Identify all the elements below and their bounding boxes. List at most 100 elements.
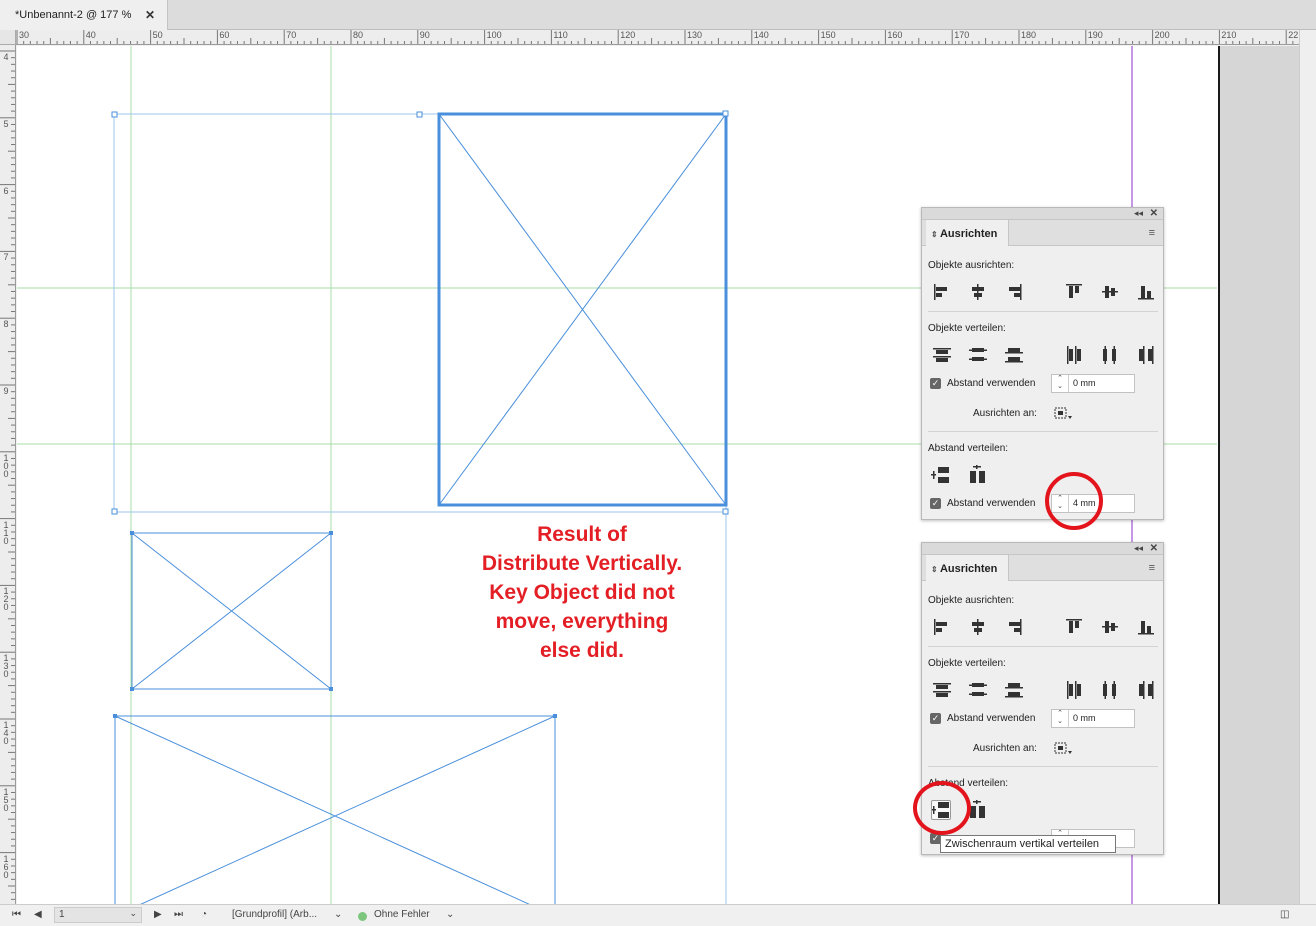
align-panel-top: ◂◂ ✕ ⇕ Ausrichten ≡ Objekte ausrichten: … <box>921 207 1164 520</box>
panel-header[interactable]: ◂◂ ✕ <box>922 543 1163 555</box>
preflight-status[interactable]: Ohne Fehler <box>374 909 430 920</box>
ruler-label: 190 <box>1087 30 1103 40</box>
tab-ausrichten[interactable]: ⇕ Ausrichten <box>926 220 1009 246</box>
distribute-vertical-centers-icon[interactable] <box>968 680 988 700</box>
next-page-icon[interactable]: ▶ <box>154 909 162 920</box>
distribute-bottom-edges-icon[interactable] <box>1004 680 1024 700</box>
page-mode-icon[interactable]: ◔ <box>201 909 207 920</box>
distribute-horizontal-centers-icon[interactable] <box>1100 345 1120 365</box>
ruler-origin[interactable] <box>0 30 16 45</box>
use-spacing-checkbox[interactable]: ✓ <box>930 498 941 509</box>
ruler-label: 90 <box>419 30 430 40</box>
align-vertical-centers-icon[interactable] <box>1100 617 1120 637</box>
panel-divider <box>928 431 1158 432</box>
ruler-label: 160 <box>887 30 903 40</box>
ruler-label: 9 <box>3 386 9 396</box>
spacing-stepper[interactable]: ⌃ ⌄ 0 mm <box>1051 374 1135 393</box>
collapse-panel-icon[interactable]: ◂◂ <box>1134 208 1143 219</box>
align-vertical-centers-icon[interactable] <box>1100 282 1120 302</box>
use-spacing-checkbox[interactable]: ✓ <box>930 378 941 389</box>
stepper-arrows-icon[interactable]: ⌃⌄ <box>1052 710 1069 727</box>
ruler-label: 200 <box>1154 30 1170 40</box>
ruler-label: 50 <box>152 30 163 40</box>
section-distribute-objects-label: Objekte verteilen: <box>928 658 1006 669</box>
align-top-edges-icon[interactable] <box>1064 617 1084 637</box>
tab-title: Ausrichten <box>939 563 998 575</box>
first-page-icon[interactable]: ⏮ <box>12 909 21 920</box>
chevron-down-icon[interactable]: ⌄ <box>446 909 454 920</box>
ruler-label: 8 <box>3 319 9 330</box>
last-page-icon[interactable]: ⏭ <box>174 909 183 920</box>
distribute-horizontal-space-icon[interactable] <box>967 465 987 485</box>
vertical-ruler[interactable]: 4 5 6 7 8 9 1 0 0 1 1 0 1 2 0 1 3 0 1 4 0 1 5 0 1 6 … <box>0 45 16 904</box>
ruler-label: 140 <box>753 30 769 40</box>
distribute-top-edges-icon[interactable] <box>932 345 952 365</box>
align-right-edges-icon[interactable] <box>1004 282 1024 302</box>
panel-header[interactable]: ◂◂ ✕ <box>922 208 1163 220</box>
ruler-label: 100 <box>486 30 502 40</box>
align-left-edges-icon[interactable] <box>932 617 952 637</box>
wide-image-frame[interactable] <box>113 714 557 904</box>
close-tab-icon[interactable]: ✕ <box>145 8 155 22</box>
vertical-scrollbar[interactable] <box>1299 30 1316 904</box>
align-horizontal-centers-icon[interactable] <box>968 282 988 302</box>
tab-title: Ausrichten <box>939 228 998 240</box>
group-selection-bounds[interactable] <box>111 111 729 515</box>
ruler-label: 1 5 0 <box>3 786 9 813</box>
distribute-vertical-space-icon[interactable] <box>931 465 951 485</box>
ruler-label: 1 4 0 <box>3 720 9 746</box>
align-to-selection-icon[interactable] <box>1052 405 1074 421</box>
use-spacing-checkbox[interactable]: ✓ <box>930 713 941 724</box>
small-image-frame[interactable] <box>130 531 333 691</box>
ruler-label: 180 <box>1021 30 1037 40</box>
document-tab[interactable]: *Unbenannt-2 @ 177 % ✕ <box>0 0 168 30</box>
distribute-vertical-centers-icon[interactable] <box>968 345 988 365</box>
highlight-circle-distribute-button <box>913 781 971 835</box>
distribute-bottom-edges-icon[interactable] <box>1004 345 1024 365</box>
panel-menu-icon[interactable]: ≡ <box>1149 563 1155 574</box>
use-spacing-label: Abstand verwenden <box>947 713 1036 724</box>
distribute-horizontal-centers-icon[interactable] <box>1100 680 1120 700</box>
collapse-panel-icon[interactable]: ◂◂ <box>1134 543 1143 554</box>
chevron-down-icon[interactable]: ⌄ <box>334 909 342 920</box>
align-bottom-edges-icon[interactable] <box>1136 282 1156 302</box>
tooltip: Zwischenraum vertikal verteilen <box>940 835 1116 853</box>
align-right-edges-icon[interactable] <box>1004 617 1024 637</box>
panel-menu-icon[interactable]: ≡ <box>1149 228 1155 239</box>
spacing-value: 0 mm <box>1073 713 1096 723</box>
ruler-label: 70 <box>286 30 297 40</box>
align-to-selection-icon[interactable] <box>1052 740 1074 756</box>
ruler-label: 120 <box>620 30 636 40</box>
ruler-label: 1 1 0 <box>3 519 9 546</box>
align-bottom-edges-icon[interactable] <box>1136 617 1156 637</box>
distribute-right-edges-icon[interactable] <box>1136 345 1156 365</box>
align-left-edges-icon[interactable] <box>932 282 952 302</box>
close-panel-icon[interactable]: ✕ <box>1150 208 1158 219</box>
distribute-left-edges-icon[interactable] <box>1064 680 1084 700</box>
section-distribute-objects-label: Objekte verteilen: <box>928 323 1006 334</box>
document-tab-title: *Unbenannt-2 @ 177 % <box>15 9 132 21</box>
align-to-label: Ausrichten an: <box>973 408 1037 419</box>
chevron-down-icon[interactable]: ⌄ <box>129 908 137 919</box>
align-top-edges-icon[interactable] <box>1064 282 1084 302</box>
ruler-label: 210 <box>1221 30 1237 40</box>
spacing-stepper[interactable]: ⌃ ⌄ 0 mm <box>1051 709 1135 728</box>
ruler-label: 22 <box>1288 30 1299 40</box>
distribute-right-edges-icon[interactable] <box>1136 680 1156 700</box>
stepper-arrows-icon[interactable]: ⌃⌄ <box>1052 375 1069 392</box>
tab-ausrichten[interactable]: ⇕ Ausrichten <box>926 555 1009 581</box>
horizontal-ruler[interactable]: 30 40 50 60 70 80 90 100 110 120 130 140 150 160 170 18… <box>16 30 1299 45</box>
indesign-window: *Unbenannt-2 @ 177 % ✕ 30 40 50 60 70 80 90 100… <box>0 0 1316 926</box>
highlight-circle-spacing <box>1045 472 1103 530</box>
previous-page-icon[interactable]: ◀ <box>34 909 42 920</box>
distribute-top-edges-icon[interactable] <box>932 680 952 700</box>
page-number-field[interactable]: 1 ⌄ <box>54 907 142 923</box>
key-object-image-frame[interactable] <box>437 110 729 507</box>
ruler-label: 40 <box>85 30 96 40</box>
close-panel-icon[interactable]: ✕ <box>1150 543 1158 554</box>
split-view-icon[interactable]: ◫ <box>1280 909 1289 920</box>
preflight-profile[interactable]: [Grundprofil] (Arb... <box>232 909 317 920</box>
align-horizontal-centers-icon[interactable] <box>968 617 988 637</box>
page-number-value: 1 <box>59 909 65 920</box>
distribute-left-edges-icon[interactable] <box>1064 345 1084 365</box>
